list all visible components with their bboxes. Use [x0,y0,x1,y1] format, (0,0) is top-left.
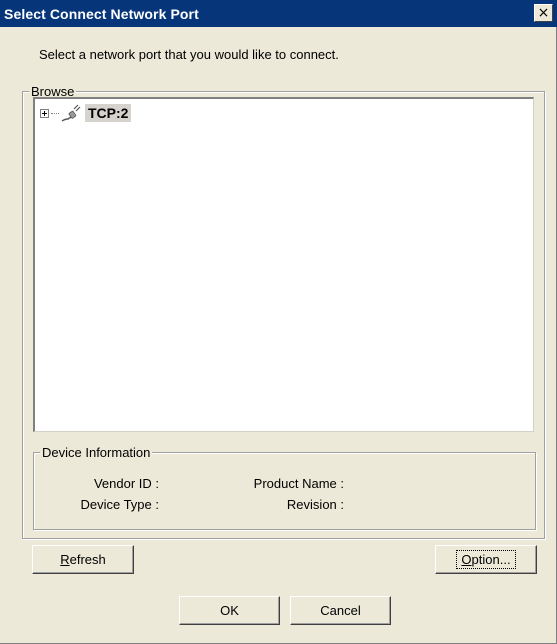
device-information-label: Device Information [40,445,153,460]
refresh-accelerator: R [60,552,70,567]
option-label: ption... [471,552,511,567]
instruction-text: Select a network port that you would lik… [39,47,339,62]
revision-label: Revision : [286,497,344,512]
device-information-group: Device Information Vendor ID : Device Ty… [33,445,536,530]
cancel-label: Cancel [320,603,361,618]
tree-node-label: TCP:2 [85,104,132,122]
cancel-button[interactable]: Cancel [290,596,391,625]
close-button[interactable]: × [534,4,553,22]
refresh-button[interactable]: Refresh [32,545,134,574]
option-focus-rect: Option... [456,550,516,569]
tree-node-tcp-2[interactable]: TCP:2 [40,103,132,123]
select-connect-network-port-dialog: Select Connect Network Port × Select a n… [0,0,557,644]
network-port-icon [61,104,81,122]
browse-group: Browse TCP:2 Device Information Vendor I… [22,84,545,539]
option-accelerator: O [461,552,472,567]
expand-icon[interactable] [40,108,49,118]
vendor-id-label: Vendor ID : [93,476,159,491]
close-icon: × [537,5,550,21]
network-tree[interactable]: TCP:2 [33,97,534,432]
title-bar[interactable]: Select Connect Network Port × [0,0,557,27]
device-type-label: Device Type : [80,497,159,512]
window-title: Select Connect Network Port [4,5,199,22]
product-name-label: Product Name : [253,476,344,491]
ok-button[interactable]: OK [179,596,280,625]
ok-label: OK [220,603,239,618]
tree-connector-line [51,112,59,114]
refresh-label: efresh [69,552,106,567]
option-button[interactable]: Option... [435,545,537,574]
